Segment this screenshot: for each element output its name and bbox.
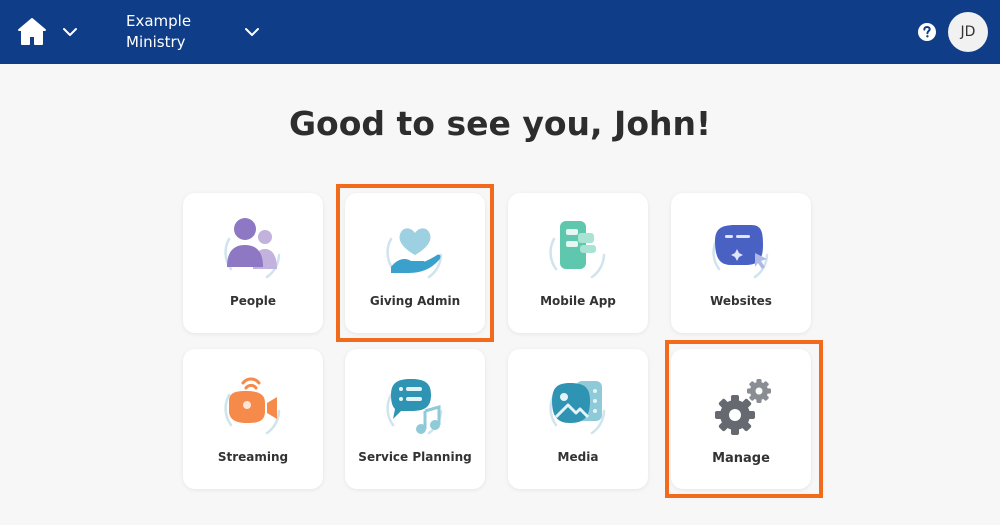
- help-icon[interactable]: [917, 22, 937, 42]
- tile-websites[interactable]: Websites: [671, 193, 811, 333]
- video-camera-icon: [224, 377, 281, 435]
- chevron-down-icon[interactable]: [60, 22, 80, 42]
- chat-music-note-icon: [386, 379, 443, 435]
- tile-people[interactable]: People: [183, 193, 323, 333]
- tile-label: Service Planning: [358, 450, 472, 464]
- tile-label: Streaming: [217, 450, 289, 464]
- tile-label: Websites: [710, 294, 772, 308]
- top-navigation-bar: Example Ministry JD: [0, 0, 1000, 64]
- tile-mobile-app[interactable]: Mobile App: [508, 193, 648, 333]
- tile-media[interactable]: Media: [508, 349, 648, 489]
- mobile-app-icon: [549, 221, 606, 279]
- tile-streaming[interactable]: Streaming: [183, 349, 323, 489]
- tile-label: People: [229, 294, 277, 308]
- highlight-manage: [665, 340, 823, 498]
- organization-name[interactable]: Example Ministry: [126, 11, 236, 53]
- people-icon: [224, 218, 281, 279]
- home-icon[interactable]: [16, 16, 48, 48]
- media-image-icon: [549, 381, 606, 435]
- organization-chevron-down-icon[interactable]: [242, 22, 262, 42]
- highlight-giving-admin: [336, 184, 494, 342]
- tile-label: Media: [557, 450, 599, 464]
- tile-service-planning[interactable]: Service Planning: [345, 349, 485, 489]
- user-avatar[interactable]: JD: [948, 12, 988, 52]
- website-browser-icon: [712, 225, 769, 279]
- tile-label: Mobile App: [540, 294, 616, 308]
- greeting-heading: Good to see you, John!: [288, 104, 712, 143]
